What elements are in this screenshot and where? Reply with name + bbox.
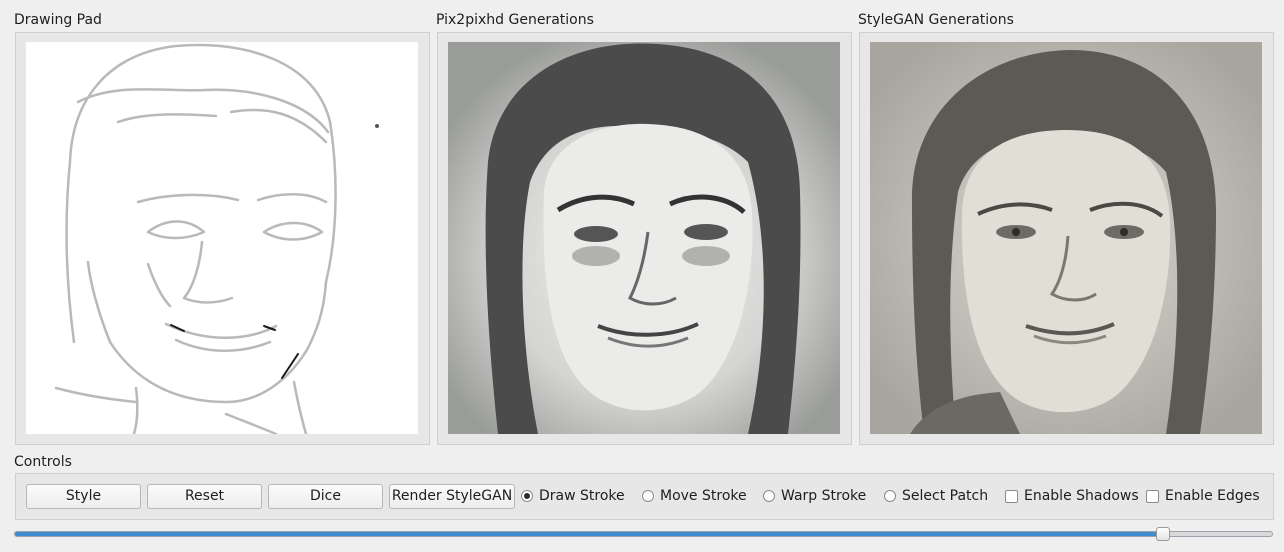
stylegan-image xyxy=(870,42,1262,434)
strength-slider[interactable] xyxy=(14,527,1273,541)
drawing-pad-frame xyxy=(15,32,430,445)
dice-button[interactable]: Dice xyxy=(268,484,383,509)
enable-edges-label: Enable Edges xyxy=(1165,488,1260,504)
reset-button[interactable]: Reset xyxy=(147,484,262,509)
render-stylegan-button[interactable]: Render StyleGAN xyxy=(389,484,515,509)
slider-handle[interactable] xyxy=(1155,527,1170,541)
controls-title: Controls xyxy=(14,454,72,470)
pix2pixhd-frame xyxy=(437,32,852,445)
move-stroke-radio[interactable]: Move Stroke xyxy=(642,487,747,505)
checkbox-indicator[interactable] xyxy=(1005,489,1018,503)
pix2pixhd-image xyxy=(448,42,840,434)
checkbox-indicator[interactable] xyxy=(1146,489,1159,503)
move-stroke-label: Move Stroke xyxy=(660,488,747,504)
enable-shadows-checkbox[interactable]: Enable Shadows xyxy=(1005,487,1139,505)
select-patch-radio[interactable]: Select Patch xyxy=(884,487,988,505)
radio-indicator[interactable] xyxy=(884,490,896,502)
warp-stroke-label: Warp Stroke xyxy=(781,488,867,504)
stylegan-title: StyleGAN Generations xyxy=(858,12,1014,28)
radio-indicator[interactable] xyxy=(521,490,533,502)
sketch-drawing xyxy=(54,43,379,434)
drawing-canvas[interactable] xyxy=(26,42,418,434)
draw-stroke-radio[interactable]: Draw Stroke xyxy=(521,487,625,505)
enable-shadows-label: Enable Shadows xyxy=(1024,488,1139,504)
drawing-pad-title: Drawing Pad xyxy=(14,12,102,28)
draw-stroke-label: Draw Stroke xyxy=(539,488,625,504)
slider-fill xyxy=(15,532,1163,536)
stylegan-frame xyxy=(859,32,1274,445)
select-patch-label: Select Patch xyxy=(902,488,989,504)
pix2pixhd-title: Pix2pixhd Generations xyxy=(436,12,594,28)
radio-indicator[interactable] xyxy=(763,490,775,502)
style-button[interactable]: Style xyxy=(26,484,141,509)
enable-edges-checkbox[interactable]: Enable Edges xyxy=(1146,487,1260,505)
warp-stroke-radio[interactable]: Warp Stroke xyxy=(763,487,866,505)
radio-indicator[interactable] xyxy=(642,490,654,502)
